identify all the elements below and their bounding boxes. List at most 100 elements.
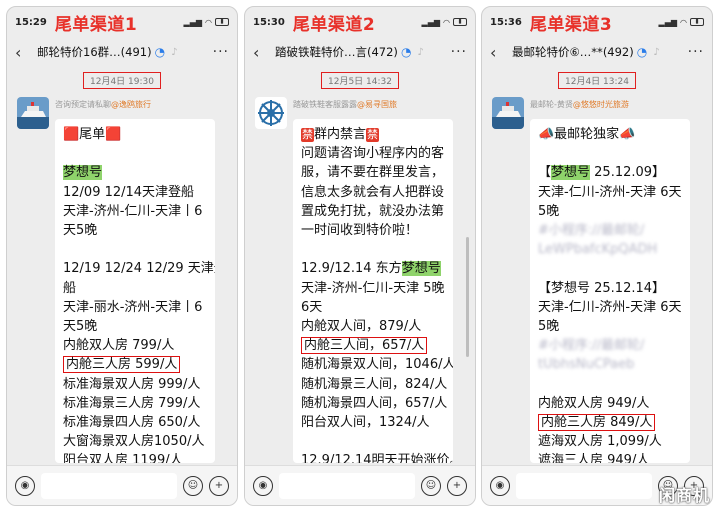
status-time: 15:30 <box>253 16 285 28</box>
message-bubble: 🟥尾单🟥 梦想号 12/09 12/14天津登船 天津-济州-仁川-天津丨6 天5晚 12… <box>55 119 215 463</box>
channel-label: 尾单渠道1 <box>54 14 138 35</box>
message-input[interactable] <box>279 472 415 499</box>
chat-header: ‹ 踏破铁鞋特价…言(472) ◔ ♪ ··· <box>245 37 475 67</box>
mute-icon: ♪ <box>171 46 178 58</box>
message-line <box>538 259 682 278</box>
chat-name: 邮轮特价16群… <box>37 45 121 59</box>
voice-input-icon[interactable]: ◉ <box>15 475 35 496</box>
message-line: 5晚 <box>538 203 560 219</box>
message-timestamp: 12月4日 19:30 <box>83 72 161 89</box>
message-line: 随机海景三人间，824/人 <box>301 376 448 392</box>
input-bar: ◉ ☺ + <box>7 465 237 505</box>
message-line: tUbhsNuCPaeb <box>538 355 682 374</box>
more-options-icon[interactable]: ··· <box>451 44 467 60</box>
status-bar: 15:36 尾单渠道3 ▂▄▆ ◠ ▮ <box>482 7 712 37</box>
message-line: 【梦想号 25.12.09】 <box>538 163 682 182</box>
message-line: 问题请咨询小程序内的客 <box>301 146 445 162</box>
phone-screenshot-2: 15:30 尾单渠道2 ▂▄▆ ◠ ▮ ‹ 踏破铁鞋特价…言(472) ◔ ♪ ··· 12月5日 … <box>244 6 476 506</box>
channel-label: 尾单渠道2 <box>292 14 376 35</box>
sender-name: 咨询预定请私聊@逸鸥旅行 <box>55 99 151 110</box>
message-line: 天津-丽水-济州-天津丨6 <box>63 299 203 315</box>
message-line: 天5晚 <box>63 319 98 334</box>
scrollbar[interactable] <box>466 237 469 357</box>
chat-name: 踏破铁鞋特价…言 <box>275 45 367 59</box>
emoji-icon[interactable]: ☺ <box>183 475 203 496</box>
input-bar: ◉ ☺ + <box>245 465 475 505</box>
line-middle: 群内禁言 <box>314 127 367 142</box>
chat-title: 邮轮特价16群…(491) <box>37 44 152 60</box>
plus-icon[interactable]: + <box>447 475 467 496</box>
channel-label: 尾单渠道3 <box>529 14 613 35</box>
message-line: 阳台双人房 1199/人 <box>63 453 183 463</box>
blurred-link: #小程序://最邮轮/ <box>538 338 645 354</box>
message-line: 信息太多就会有人把群设 <box>301 184 445 200</box>
message-line: 遮海三人房 949/人 <box>538 453 650 463</box>
back-arrow-icon[interactable]: ‹ <box>15 43 31 62</box>
phone-screenshot-1: 15:29 尾单渠道1 ▂▄▆ ◠ ▮ ‹ 邮轮特价16群…(491) ◔ ♪ ··· 12月4日 … <box>6 6 238 506</box>
member-count: (492) <box>602 45 634 59</box>
mute-icon: ♪ <box>653 46 660 58</box>
message-line <box>63 144 207 163</box>
group-chat-icon: ◔ <box>154 45 166 59</box>
message-line: #小程序://最邮轮/ <box>538 336 682 355</box>
blurred-link: #小程序://最邮轮/ <box>538 223 645 238</box>
chat-title: 踏破铁鞋特价…言(472) <box>275 44 398 60</box>
message-line: 天5晚 <box>63 223 98 238</box>
message-timestamp: 12月4日 13:24 <box>558 72 636 89</box>
message-line: 12/19 12/24 12/29 天津登 <box>63 261 215 277</box>
status-icons: ▂▄▆ ◠ ▮ <box>184 18 229 27</box>
more-options-icon[interactable]: ··· <box>688 44 704 60</box>
group-chat-icon: ◔ <box>636 45 648 59</box>
sender-nickname: 咨询预定请私聊 <box>55 100 111 109</box>
message-line: 天津-济州-仁川-天津丨6 <box>63 203 203 219</box>
blurred-link: tUbhsNuCPaeb <box>538 357 635 373</box>
back-arrow-icon[interactable]: ‹ <box>490 43 506 62</box>
voice-input-icon[interactable]: ◉ <box>253 475 273 496</box>
boxed-price: 内舱三人房 599/人 <box>63 356 181 374</box>
plus-icon[interactable]: + <box>209 475 229 496</box>
battery-icon: ▮ <box>690 18 704 26</box>
wifi-icon: ◠ <box>205 17 212 27</box>
cruise-ship-photo-icon[interactable] <box>492 97 524 129</box>
boxed-price: 内舱三人房 849/人 <box>538 414 656 431</box>
status-time: 15:36 <box>490 16 522 28</box>
cruise-ship-photo-icon[interactable] <box>17 97 49 129</box>
group-chat-icon: ◔ <box>400 45 412 59</box>
message-line: 船 <box>63 280 77 296</box>
emoji-icon[interactable]: ☺ <box>421 475 441 496</box>
message-line <box>538 375 682 394</box>
sender-agency-tag: @悠悠时光旅游 <box>572 100 629 109</box>
sender-name: 最邮轮-黄贤@悠悠时光旅游 <box>530 99 629 110</box>
comparison-collage: 15:29 尾单渠道1 ▂▄▆ ◠ ▮ ‹ 邮轮特价16群…(491) ◔ ♪ ··· 12月4日 … <box>0 0 720 514</box>
phone-screenshot-3: 15:36 尾单渠道3 ▂▄▆ ◠ ▮ ‹ 最邮轮特价⑥…**(492) ◔ ♪ ··· 12月4日… <box>481 6 713 506</box>
message-line: 6天 <box>301 299 323 315</box>
message-line: LeWPbafcKpQADH <box>538 240 682 259</box>
more-options-icon[interactable]: ··· <box>213 44 229 60</box>
message-input[interactable] <box>516 472 652 499</box>
highlighted-text: 梦想号 <box>551 165 591 181</box>
message-line: 梦想号 <box>63 163 207 182</box>
message-line: 一时间收到特价啦！ <box>301 223 419 239</box>
sender-row: 踏破铁鞋客服露露@易寻国旅 <box>255 97 467 129</box>
signal-icon: ▂▄▆ <box>658 17 678 27</box>
status-icons: ▂▄▆ ◠ ▮ <box>422 18 467 27</box>
highlighted-text: 梦想号 <box>401 261 441 277</box>
highlighted-text: 梦想号 <box>63 165 103 181</box>
chat-header: ‹ 邮轮特价16群…(491) ◔ ♪ ··· <box>7 37 237 67</box>
signal-icon: ▂▄▆ <box>183 17 203 27</box>
ship-wheel-logo-icon[interactable] <box>255 97 287 129</box>
chat-name: 最邮轮特价⑥…** <box>512 45 603 59</box>
message-line: 遮海双人房 1,099/人 <box>538 434 662 450</box>
message-line: 天津-济州-仁川-天津 5晚 <box>301 280 445 296</box>
timestamp-row: 12月4日 13:24 <box>482 69 712 89</box>
forbidden-badge: 禁 <box>366 128 380 142</box>
message-input[interactable] <box>41 472 177 499</box>
back-arrow-icon[interactable]: ‹ <box>253 43 269 62</box>
message-line: 12.9/12.14明天开始涨价。 <box>301 453 453 463</box>
message-line: 置成免打扰，就没办法第 <box>301 203 445 219</box>
voice-input-icon[interactable]: ◉ <box>490 475 510 496</box>
message-line: 内舱三人间，657/人 <box>301 336 445 355</box>
message-line <box>538 144 682 163</box>
message-line: 🟥尾单🟥 <box>63 127 122 142</box>
message-line: 内舱三人房 599/人 <box>63 355 207 374</box>
